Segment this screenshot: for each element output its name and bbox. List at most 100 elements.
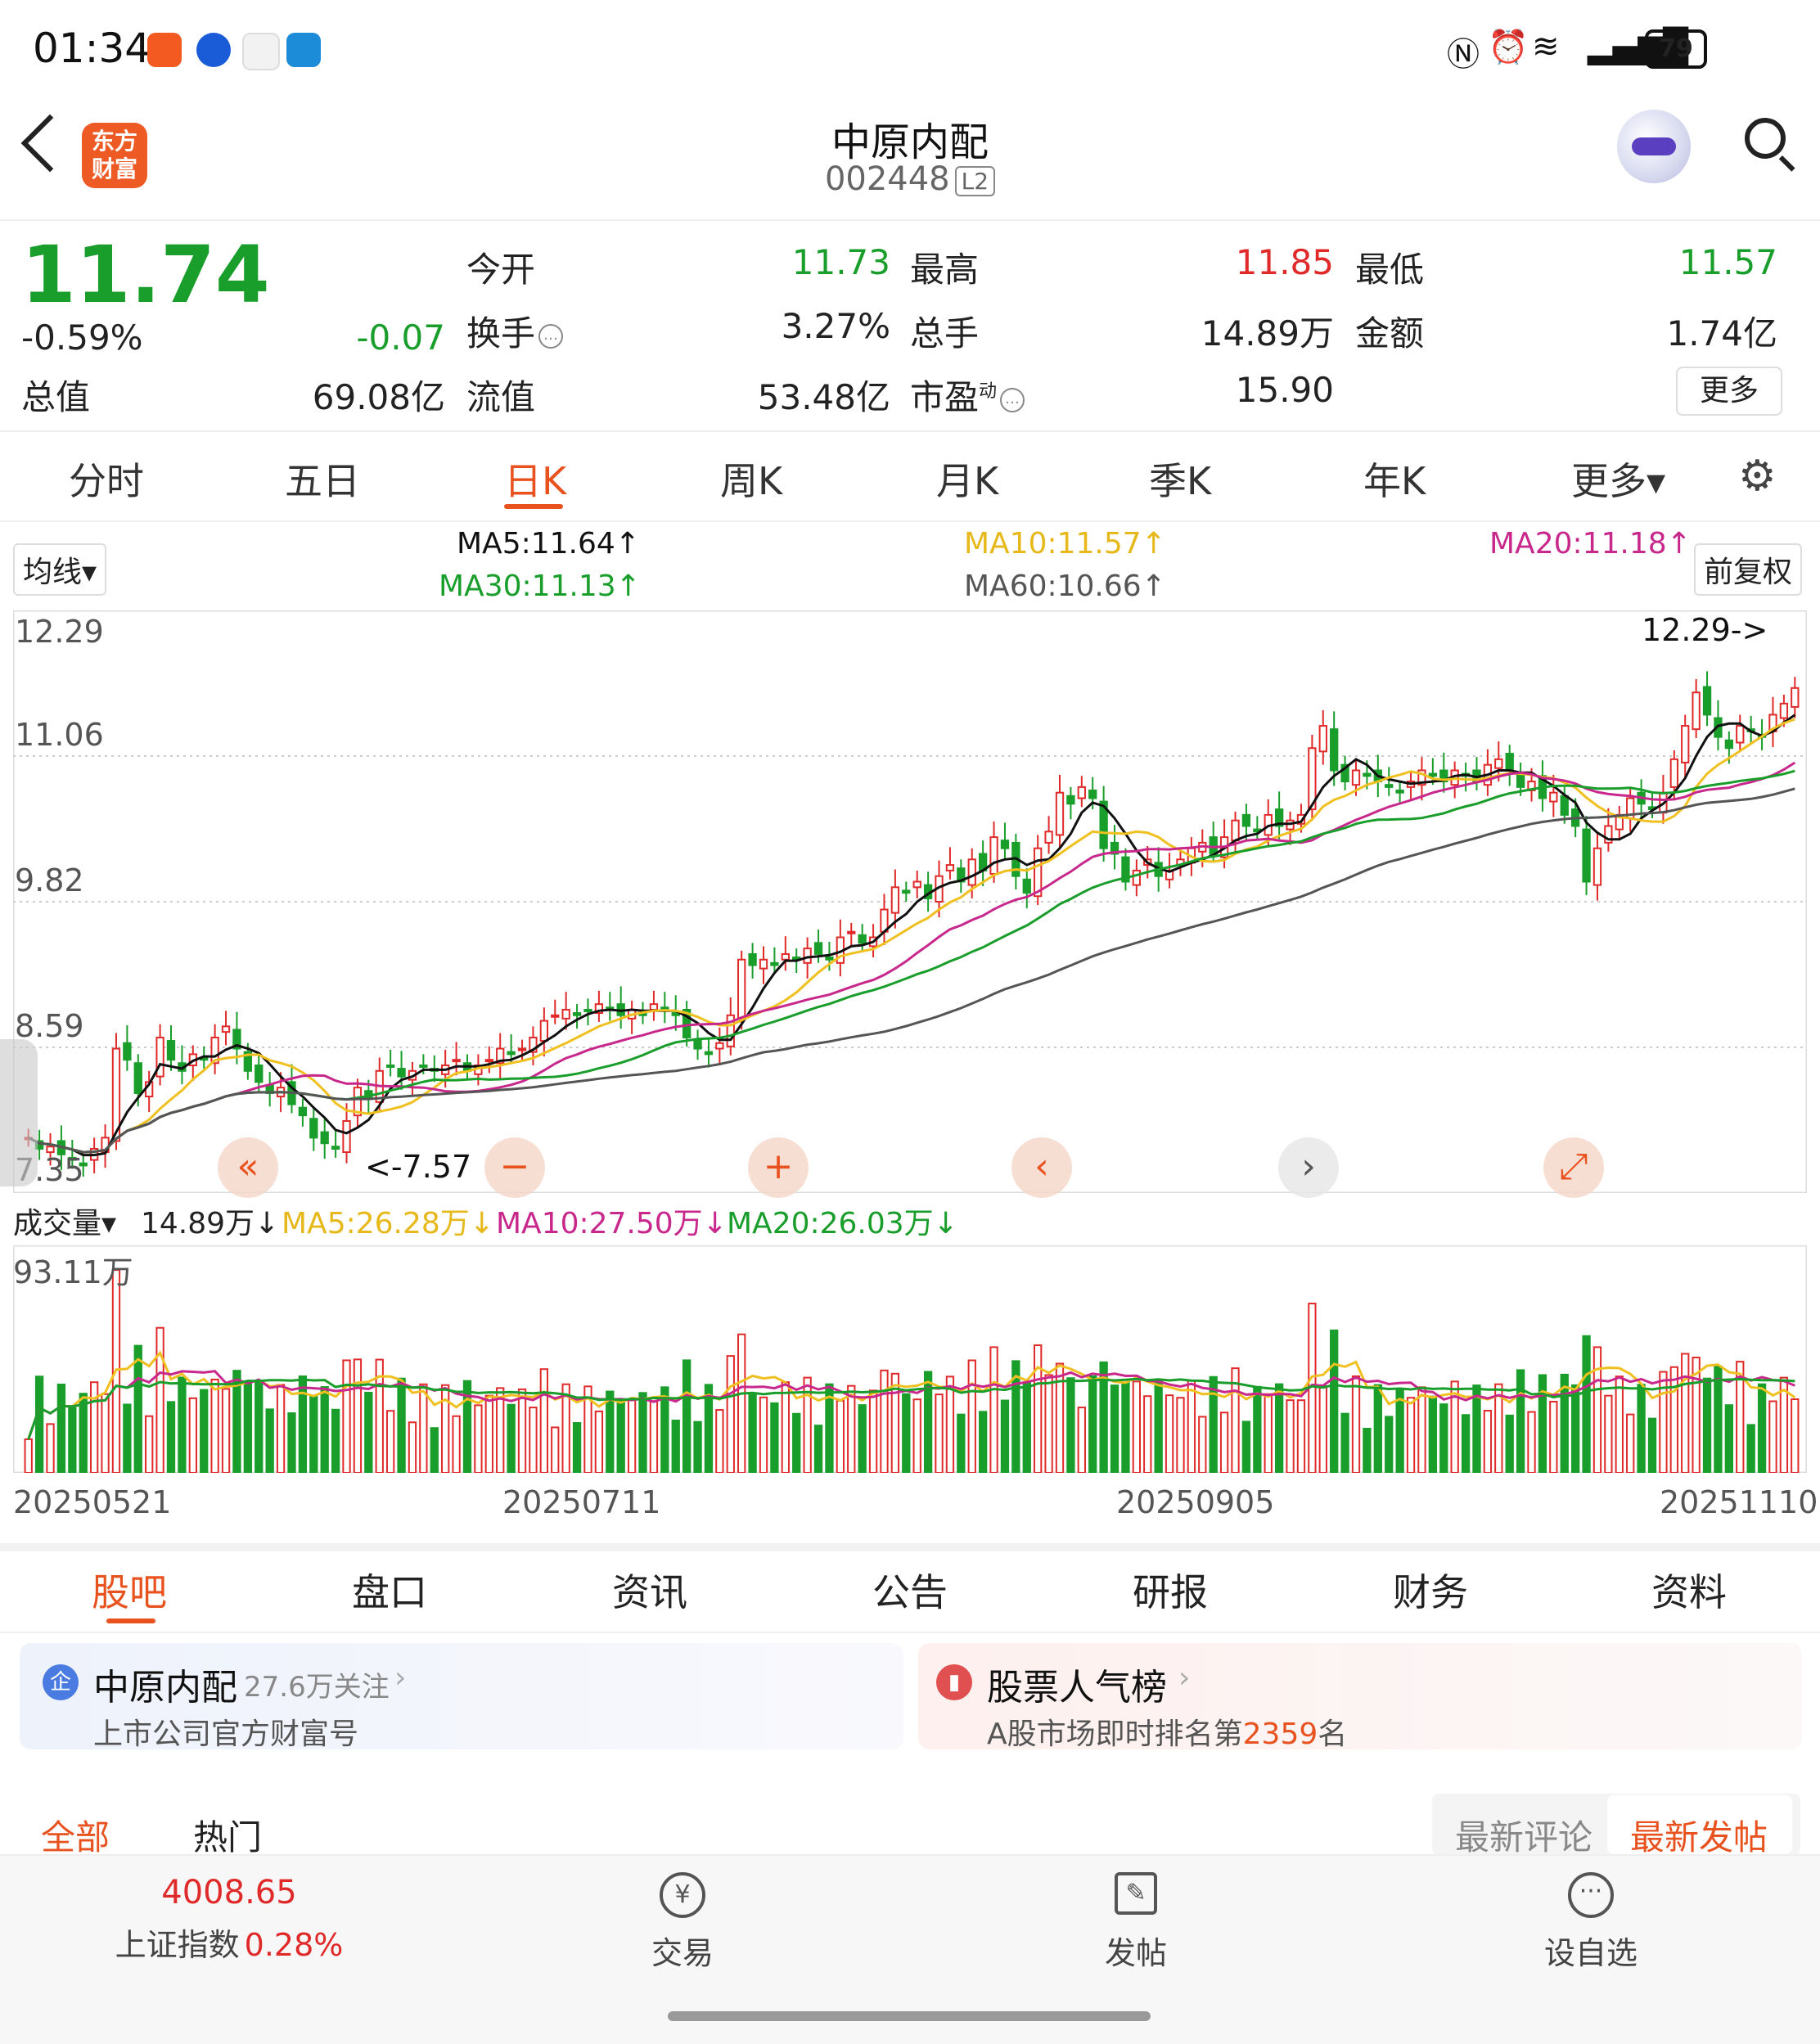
candle-body xyxy=(649,1003,659,1011)
candle-body xyxy=(967,858,976,886)
robot-assistant-icon[interactable] xyxy=(1617,110,1691,183)
volume-bar xyxy=(385,1410,395,1473)
tab-intraday[interactable]: 分时 xyxy=(69,452,144,506)
side-drawer-handle[interactable] xyxy=(0,1039,38,1186)
more-fields-button[interactable]: 更多 xyxy=(1676,367,1782,416)
gear-icon[interactable]: ⚙ xyxy=(1738,452,1777,501)
alarm-icon: ⏰ xyxy=(1488,29,1529,66)
candle-body xyxy=(484,1059,493,1063)
trade-icon[interactable]: ¥ xyxy=(660,1872,705,1918)
tab-financials[interactable]: 财务 xyxy=(1393,1563,1468,1617)
volume-bar xyxy=(1176,1397,1185,1473)
chevron-left-icon[interactable]: ‹ xyxy=(1011,1137,1072,1198)
volume-bar xyxy=(606,1390,615,1473)
volume-bar xyxy=(1363,1427,1372,1473)
candle-body xyxy=(1791,687,1800,708)
fullscreen-icon[interactable]: ⤢ xyxy=(1543,1137,1604,1198)
volume-bar xyxy=(1296,1399,1306,1473)
candle-body xyxy=(989,836,998,875)
filter-hot[interactable]: 热门 xyxy=(193,1810,262,1860)
tab-announcements[interactable]: 公告 xyxy=(872,1563,948,1617)
post-button[interactable]: 发帖 xyxy=(1054,1928,1218,1973)
candle-body xyxy=(759,958,768,970)
status-time: 01:34 xyxy=(33,25,151,72)
candle-body xyxy=(1000,840,1010,849)
tab-forum[interactable]: 股吧 xyxy=(92,1563,167,1617)
chevron-right-icon: › xyxy=(394,1661,407,1695)
filter-all[interactable]: 全部 xyxy=(41,1810,110,1860)
volume-bar xyxy=(1570,1384,1580,1473)
tab-more-periods[interactable]: 更多▾ xyxy=(1571,452,1665,506)
candle-body xyxy=(397,1068,406,1078)
label-turnover: 换手… xyxy=(466,306,564,356)
tab-yearly-k[interactable]: 年K xyxy=(1363,452,1426,506)
candle-body xyxy=(331,1146,340,1150)
index-ticker[interactable]: 上证指数 0.28% xyxy=(82,1920,376,1965)
volume-bar xyxy=(364,1391,373,1473)
edit-icon[interactable]: ✎ xyxy=(1115,1872,1157,1915)
tab-quarterly-k[interactable]: 季K xyxy=(1149,452,1211,506)
company-account-card[interactable]: 企 中原内配 27.6万关注 › 上市公司官方财富号 xyxy=(20,1643,903,1751)
volume-bar xyxy=(34,1375,44,1473)
tab-daily-k[interactable]: 日K xyxy=(504,452,566,506)
sort-latest-comment[interactable]: 最新评论 xyxy=(1455,1810,1592,1860)
app-notification-icon xyxy=(242,33,280,70)
y-tick-label: 11.06 xyxy=(15,717,104,753)
tab-research[interactable]: 研报 xyxy=(1133,1563,1208,1617)
tab-monthly-k[interactable]: 月K xyxy=(936,452,998,506)
volume-bar xyxy=(759,1396,768,1473)
app-notification-icon xyxy=(286,33,321,67)
rank-card-subtitle: A股市场即时排名第2359名 xyxy=(987,1710,1347,1753)
zoom-in-button[interactable]: + xyxy=(748,1137,809,1198)
info-icon[interactable]: … xyxy=(1000,387,1025,412)
ma-selector[interactable]: 均线▾ xyxy=(13,543,107,596)
value-low: 11.57 xyxy=(1678,242,1777,282)
volume-chart[interactable] xyxy=(13,1245,1807,1473)
candle-body xyxy=(902,889,911,894)
trade-button[interactable]: 交易 xyxy=(601,1928,764,1973)
volume-bar xyxy=(1110,1384,1119,1473)
info-icon[interactable]: … xyxy=(538,323,564,349)
follow-count: 27.6万关注 xyxy=(244,1671,390,1704)
popularity-rank-card[interactable]: ▮ 股票人气榜 › A股市场即时排名第2359名 xyxy=(918,1643,1802,1751)
volume-bar xyxy=(1022,1381,1031,1473)
candlestick-chart[interactable] xyxy=(13,610,1807,1193)
volume-bar xyxy=(1461,1414,1471,1473)
vol-ma20-value: MA20:26.03万↓ xyxy=(727,1207,958,1240)
volume-bar xyxy=(813,1425,823,1473)
volume-bar xyxy=(1066,1377,1075,1473)
candle-body xyxy=(517,1047,527,1051)
index-change: 0.28% xyxy=(244,1927,344,1963)
candle-body xyxy=(221,1025,231,1033)
candle-body xyxy=(748,952,757,966)
volume-bar xyxy=(1714,1365,1723,1473)
volume-bar xyxy=(1768,1400,1777,1473)
sort-latest-post[interactable]: 最新发帖 xyxy=(1630,1810,1768,1860)
more-dots-icon[interactable]: ··· xyxy=(1568,1872,1614,1918)
volume-selector[interactable]: 成交量▾ xyxy=(13,1200,117,1242)
x-tick-label: 20250521 xyxy=(13,1484,172,1520)
tab-five-day[interactable]: 五日 xyxy=(285,452,360,506)
tab-weekly-k[interactable]: 周K xyxy=(720,452,782,506)
volume-bar xyxy=(978,1411,988,1473)
tab-profile[interactable]: 资料 xyxy=(1651,1563,1727,1617)
volume-bar xyxy=(353,1358,363,1473)
volume-bar xyxy=(507,1403,516,1473)
candle-body xyxy=(1428,772,1438,777)
volume-bar xyxy=(496,1387,505,1473)
y-tick-label: 8.59 xyxy=(15,1008,84,1044)
chevron-right-icon[interactable]: › xyxy=(1278,1137,1339,1198)
adjust-selector[interactable]: 前复权 xyxy=(1694,543,1803,596)
volume-bar xyxy=(1340,1412,1349,1473)
zoom-out-button[interactable]: − xyxy=(484,1137,545,1198)
label-low: 最低 xyxy=(1355,250,1425,290)
tab-news[interactable]: 资讯 xyxy=(612,1563,687,1617)
rank-card-title: 股票人气榜 xyxy=(987,1667,1167,1709)
search-icon[interactable] xyxy=(1745,118,1786,159)
volume-bar xyxy=(671,1419,680,1473)
volume-bar xyxy=(1669,1366,1678,1473)
volume-bar xyxy=(123,1403,132,1473)
rewind-icon[interactable]: « xyxy=(218,1137,278,1198)
tab-order-book[interactable]: 盘口 xyxy=(352,1563,427,1617)
add-watchlist-button[interactable]: 设自选 xyxy=(1509,1928,1673,1973)
